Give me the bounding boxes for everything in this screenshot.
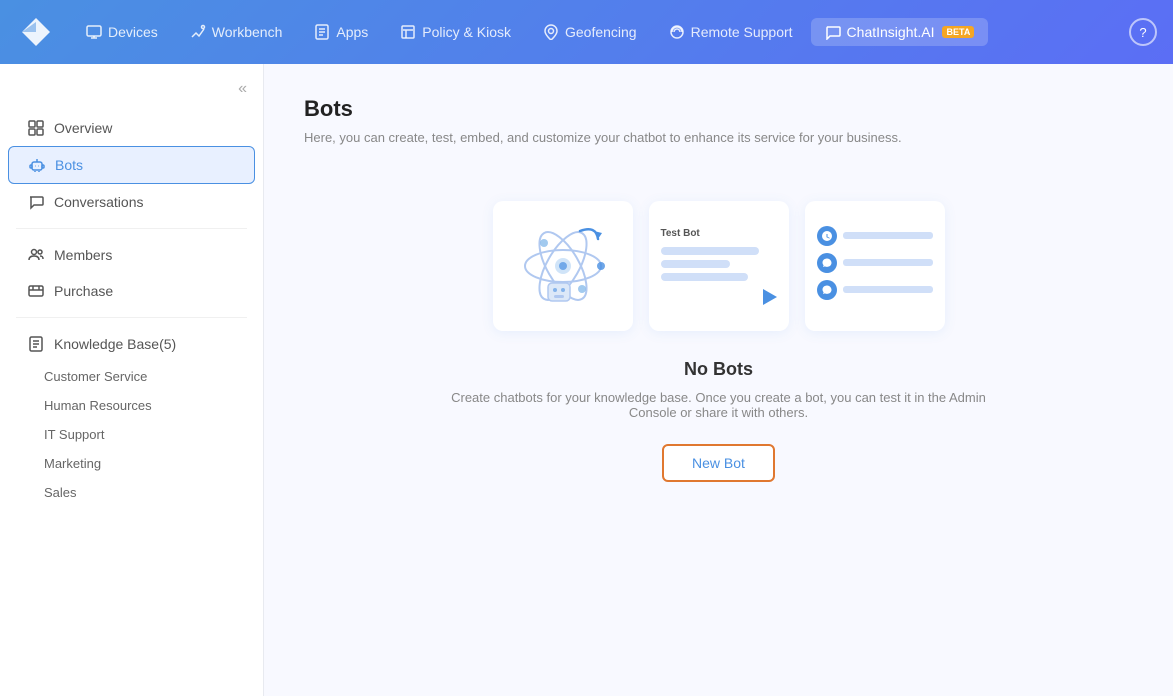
channel-row-3 (817, 280, 933, 300)
topnav: Devices Workbench Apps Policy & Kiosk Ge… (0, 0, 1173, 64)
empty-state: Test Bot (304, 177, 1133, 506)
sidebar-item-members[interactable]: Members (8, 237, 255, 273)
sidebar-divider-2 (16, 317, 247, 318)
illus-card-middle: Test Bot (649, 201, 789, 331)
new-bot-button[interactable]: New Bot (662, 444, 775, 482)
illus-card-right (805, 201, 945, 331)
channel-row-2 (817, 253, 933, 273)
sidebar: « Overview Bots Conversations Members Pu… (0, 64, 264, 696)
bot-icon (29, 157, 45, 173)
main-content: Bots Here, you can create, test, embed, … (264, 64, 1173, 696)
bot-bar-2 (661, 260, 731, 268)
nav-apps[interactable]: Apps (300, 18, 382, 46)
nav-policy-kiosk[interactable]: Policy & Kiosk (386, 18, 525, 46)
sidebar-sub-it-support[interactable]: IT Support (8, 420, 255, 449)
sidebar-sub-sales[interactable]: Sales (8, 478, 255, 507)
bot-bar-3 (661, 273, 748, 281)
channel-icon-3 (817, 280, 837, 300)
sidebar-item-bots[interactable]: Bots (8, 146, 255, 184)
nav-workbench[interactable]: Workbench (176, 18, 297, 46)
nav-geofencing[interactable]: Geofencing (529, 18, 651, 46)
channel-bar-2 (843, 259, 933, 266)
illus-card-left (493, 201, 633, 331)
nav-devices[interactable]: Devices (72, 18, 172, 46)
grid-icon (28, 120, 44, 136)
sidebar-divider (16, 228, 247, 229)
illustration-row: Test Bot (493, 201, 945, 331)
channel-row-1 (817, 226, 933, 246)
page-title: Bots (304, 96, 1133, 122)
bot-bar-1 (661, 247, 760, 255)
chat-bubble-icon (28, 194, 44, 210)
page-desc: Here, you can create, test, embed, and c… (304, 130, 1133, 145)
channel-icon-1 (817, 226, 837, 246)
box-icon (28, 283, 44, 299)
channel-icon-2 (817, 253, 837, 273)
channel-bar-3 (843, 286, 933, 293)
empty-title: No Bots (684, 359, 753, 380)
layout: « Overview Bots Conversations Members Pu… (0, 64, 1173, 696)
sidebar-item-conversations[interactable]: Conversations (8, 184, 255, 220)
sidebar-sub-human-resources[interactable]: Human Resources (8, 391, 255, 420)
empty-desc: Create chatbots for your knowledge base.… (439, 390, 999, 420)
channel-bar-1 (843, 232, 933, 239)
logo (16, 12, 56, 52)
sidebar-item-overview[interactable]: Overview (8, 110, 255, 146)
knowledge-base-header[interactable]: Knowledge Base(5) (8, 326, 255, 362)
collapse-button[interactable]: « (234, 76, 251, 102)
beta-badge: BETA (942, 26, 974, 38)
sidebar-sub-customer-service[interactable]: Customer Service (8, 362, 255, 391)
nav-chatinsight[interactable]: ChatInsight.AI BETA (811, 18, 989, 46)
test-bot-label: Test Bot (661, 228, 777, 239)
book-icon (28, 336, 44, 352)
collapse-area: « (0, 76, 263, 110)
people-icon (28, 247, 44, 263)
nav-remote-support[interactable]: Remote Support (655, 18, 807, 46)
bot-arrow-icon (763, 289, 777, 305)
sidebar-sub-marketing[interactable]: Marketing (8, 449, 255, 478)
sidebar-item-purchase[interactable]: Purchase (8, 273, 255, 309)
help-button[interactable]: ? (1129, 18, 1157, 46)
